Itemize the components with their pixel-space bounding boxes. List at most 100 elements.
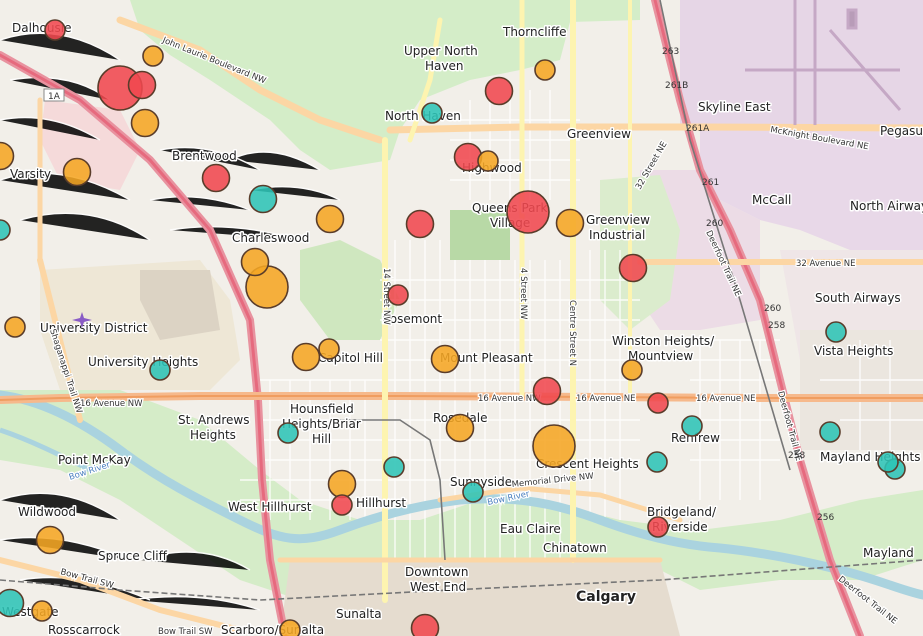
map-marker-orange[interactable] xyxy=(130,108,160,138)
map-marker-red[interactable] xyxy=(405,209,435,239)
map-marker-teal[interactable] xyxy=(462,481,484,503)
place-pegasus: Pegasus xyxy=(880,124,923,138)
shield-260b: 260 xyxy=(764,304,781,314)
road-memorial: Memorial Drive NW xyxy=(511,471,594,490)
place-st-andrews-1: St. Andrews xyxy=(178,413,250,427)
place-downtown-1: Downtown xyxy=(405,565,468,579)
map-canvas[interactable]: Dalhousie Varsity Brentwood Charleswood … xyxy=(0,0,923,636)
map-marker-red[interactable] xyxy=(506,190,550,234)
map-marker-teal[interactable] xyxy=(819,421,841,443)
map-marker-orange[interactable] xyxy=(430,344,460,374)
shield-261b: 261B xyxy=(665,81,688,91)
place-greenview-industrial-1: Greenview xyxy=(586,213,650,227)
map-marker-red[interactable] xyxy=(44,19,66,41)
map-marker-red[interactable] xyxy=(387,284,409,306)
map-marker-red[interactable] xyxy=(618,253,648,283)
place-vista-heights: Vista Heights xyxy=(814,344,893,358)
place-hounsfield-3: Hill xyxy=(312,432,331,446)
map-marker-red[interactable] xyxy=(484,76,514,106)
map-marker-red[interactable] xyxy=(647,516,669,538)
map-marker-red[interactable] xyxy=(127,70,157,100)
place-winston-heights-1: Winston Heights/ xyxy=(612,334,715,348)
map-marker-orange[interactable] xyxy=(291,342,321,372)
place-wildwood: Wildwood xyxy=(18,505,76,519)
shield-1a: 1A xyxy=(48,92,61,102)
map-marker-orange[interactable] xyxy=(279,619,301,636)
map-marker-teal[interactable] xyxy=(248,184,278,214)
map-marker-red[interactable] xyxy=(647,392,669,414)
road-4-st-nw: 4 Street NW xyxy=(518,268,528,320)
shield-256: 256 xyxy=(817,513,834,523)
map-marker-orange[interactable] xyxy=(555,208,585,238)
place-chinatown: Chinatown xyxy=(543,541,607,555)
map-marker-orange[interactable] xyxy=(240,247,270,277)
place-skyline-east: Skyline East xyxy=(698,100,771,114)
map-marker-orange[interactable] xyxy=(62,157,92,187)
place-upper-north-haven-1: Upper North xyxy=(404,44,478,58)
place-upper-north-haven-2: Haven xyxy=(425,59,463,73)
road-centre-st-n: Centre Street N xyxy=(567,300,577,366)
place-eau-claire: Eau Claire xyxy=(500,522,561,536)
place-charleswood: Charleswood xyxy=(232,231,309,245)
road-16-ave-ne-1: 16 Avenue NE xyxy=(576,394,636,404)
map-marker-orange[interactable] xyxy=(35,525,65,555)
map-marker-teal[interactable] xyxy=(825,321,847,343)
place-west-hillhurst: West Hillhurst xyxy=(228,500,312,514)
map-marker-red[interactable] xyxy=(410,613,440,636)
map-marker-red[interactable] xyxy=(453,142,483,172)
map-marker-red[interactable] xyxy=(532,376,562,406)
place-university-heights: University Heights xyxy=(88,355,198,369)
map-view[interactable]: Dalhousie Varsity Brentwood Charleswood … xyxy=(0,0,923,636)
map-marker-orange[interactable] xyxy=(315,204,345,234)
place-sunalta: Sunalta xyxy=(336,607,382,621)
shield-261a: 261A xyxy=(686,124,710,134)
map-marker-orange[interactable] xyxy=(621,359,643,381)
shield-261: 261 xyxy=(702,178,719,188)
shield-258a: 258 xyxy=(768,321,785,331)
map-marker-orange[interactable] xyxy=(31,600,53,622)
shield-260a: 260 xyxy=(706,219,723,229)
road-bow-trail-2: Bow Trail SW xyxy=(158,627,213,636)
place-mayland: Mayland xyxy=(863,546,914,560)
road-32-ave-ne: 32 Avenue NE xyxy=(796,259,856,269)
map-marker-orange[interactable] xyxy=(142,45,164,67)
map-marker-teal[interactable] xyxy=(0,588,25,618)
map-marker-red[interactable] xyxy=(201,163,231,193)
shield-263: 263 xyxy=(662,47,679,57)
map-marker-orange[interactable] xyxy=(532,424,576,468)
place-mccall: McCall xyxy=(752,193,791,207)
map-marker-orange[interactable] xyxy=(445,413,475,443)
map-marker-teal[interactable] xyxy=(681,415,703,437)
map-marker-teal[interactable] xyxy=(421,102,443,124)
map-marker-orange[interactable] xyxy=(0,141,15,171)
map-marker-teal[interactable] xyxy=(383,456,405,478)
map-marker-red[interactable] xyxy=(331,494,353,516)
map-marker-orange[interactable] xyxy=(534,59,556,81)
map-marker-teal[interactable] xyxy=(0,219,11,241)
place-scarboro: Scarboro/Sunalta xyxy=(221,623,324,636)
map-marker-orange[interactable] xyxy=(477,150,499,172)
place-hillhurst: Hillhurst xyxy=(356,496,406,510)
place-north-airways: North Airways xyxy=(850,199,923,213)
place-thorncliffe: Thorncliffe xyxy=(502,25,567,39)
place-rosscarrock: Rosscarrock xyxy=(48,623,120,636)
shield-258b: 258 xyxy=(788,451,805,461)
map-marker-teal[interactable] xyxy=(877,451,899,473)
map-marker-teal[interactable] xyxy=(277,422,299,444)
map-marker-orange[interactable] xyxy=(4,316,26,338)
road-16-ave-nw-2: 16 Avenue NW xyxy=(478,394,541,404)
map-marker-orange[interactable] xyxy=(327,469,357,499)
place-brentwood: Brentwood xyxy=(172,149,237,163)
map-marker-teal[interactable] xyxy=(646,451,668,473)
place-spruce-cliff: Spruce Cliff xyxy=(98,549,168,563)
road-16-ave-ne-2: 16 Avenue NE xyxy=(696,394,756,404)
place-downtown-2: West End xyxy=(410,580,466,594)
place-south-airways: South Airways xyxy=(815,291,901,305)
road-16-ave-nw-1: 16 Avenue NW xyxy=(80,399,143,409)
place-st-andrews-2: Heights xyxy=(190,428,236,442)
place-hounsfield-1: Hounsfield xyxy=(290,402,354,416)
place-greenview-industrial-2: Industrial xyxy=(589,228,645,242)
place-varsity: Varsity xyxy=(10,167,51,181)
map-marker-orange[interactable] xyxy=(318,338,340,360)
map-marker-teal[interactable] xyxy=(149,359,171,381)
